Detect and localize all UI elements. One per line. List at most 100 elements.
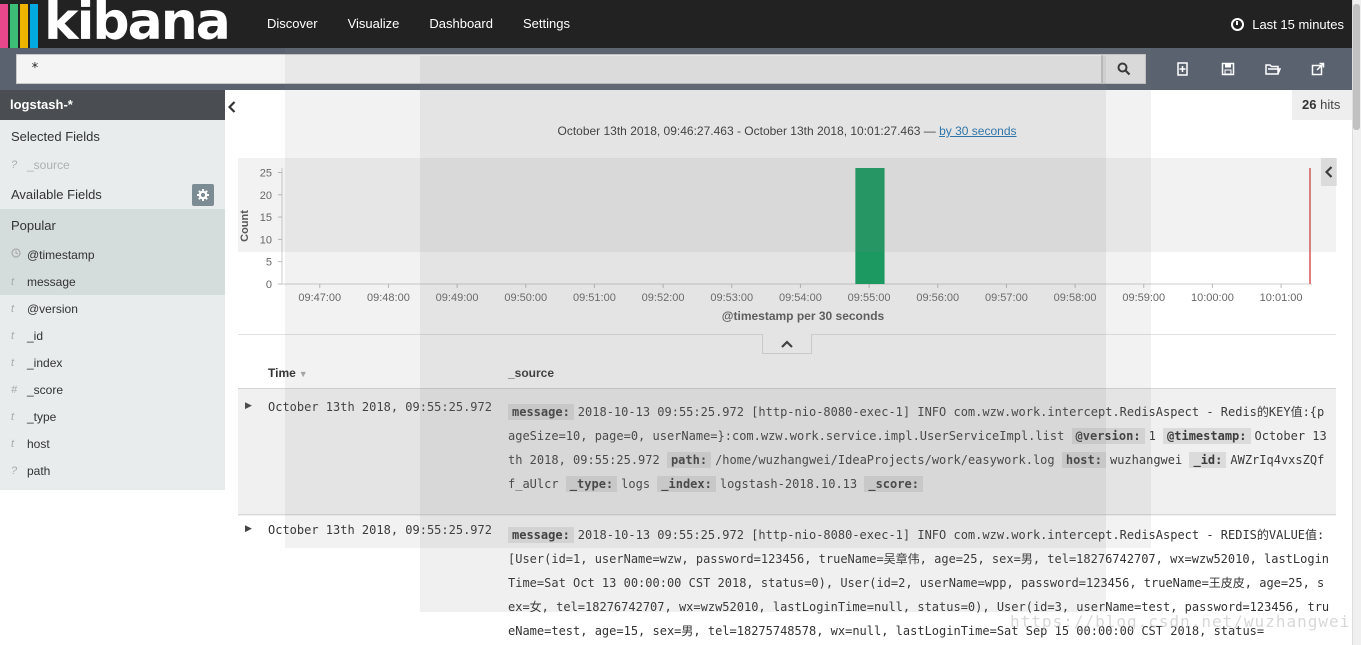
save-search-icon[interactable] (1215, 56, 1241, 82)
sidebar-field-path[interactable]: ? path (0, 457, 225, 484)
logo-text: kibana (44, 0, 231, 48)
source-field-key: @timestamp: (1163, 428, 1251, 444)
index-pattern-title[interactable]: logstash-* (0, 90, 225, 120)
column-header-time[interactable]: Time ▼ (268, 366, 308, 380)
row-time: October 13th 2018, 09:55:25.972 (268, 400, 492, 414)
share-icon[interactable] (1305, 56, 1331, 82)
x-tick-label: 09:59:00 (1122, 292, 1165, 304)
search-button[interactable] (1102, 54, 1146, 84)
field-sidebar: logstash-* Selected Fields ? _source Ava… (0, 90, 225, 490)
x-tick-label: 09:50:00 (504, 292, 547, 304)
sidebar-field-id[interactable]: t _id (0, 322, 225, 349)
search-bar: * (0, 48, 1352, 90)
column-header-time-label: Time (268, 366, 296, 380)
field-name: _score (27, 382, 64, 397)
hit-count: 26 hits (1292, 90, 1352, 120)
collapse-sidebar-button[interactable] (226, 98, 238, 116)
nav-dashboard[interactable]: Dashboard (414, 0, 508, 48)
y-tick-label: 25 (260, 167, 272, 179)
source-field-key: host: (1061, 452, 1106, 468)
field-name: _type (27, 409, 57, 424)
new-search-icon[interactable] (1170, 56, 1196, 82)
collapse-chart-button[interactable] (762, 334, 812, 354)
time-range-header: October 13th 2018, 09:46:27.463 - Octobe… (238, 124, 1336, 138)
open-search-icon[interactable] (1260, 56, 1286, 82)
sidebar-field-source[interactable]: ? _source (0, 151, 225, 178)
expand-row-icon[interactable]: ▶ (245, 523, 252, 534)
kibana-discover: kibana Discover Visualize Dashboard Sett… (0, 0, 1361, 645)
interval-link[interactable]: by 30 seconds (939, 124, 1016, 138)
x-tick-label: 09:55:00 (848, 292, 891, 304)
sidebar-field-version[interactable]: t @version (0, 295, 225, 322)
row-divider (238, 514, 1336, 515)
chevron-up-icon (781, 339, 793, 348)
kibana-logo[interactable]: kibana (0, 0, 236, 48)
field-type-string-icon: t (11, 437, 15, 450)
popular-fields: Popular @timestamp t message (0, 209, 225, 295)
source-field-key: _id: (1189, 452, 1227, 468)
field-name: message (27, 274, 76, 289)
chart-toggle-button[interactable] (1321, 158, 1337, 186)
hit-count-label: hits (1320, 97, 1341, 112)
x-tick-label: 09:47:00 (298, 292, 341, 304)
header-divider (238, 388, 1336, 389)
sidebar-field-index[interactable]: t _index (0, 349, 225, 376)
column-header-source: _source (508, 366, 555, 380)
nav-settings[interactable]: Settings (508, 0, 585, 48)
field-settings-button[interactable] (192, 184, 214, 206)
x-tick-label: 09:56:00 (916, 292, 959, 304)
source-field-key: path: (666, 452, 712, 468)
available-fields-title: Available Fields (11, 187, 102, 202)
field-name: _source (27, 157, 70, 172)
x-tick-label: 09:52:00 (642, 292, 685, 304)
field-type-string-icon: t (11, 356, 15, 369)
y-tick-label: 0 (266, 279, 272, 291)
timepicker[interactable]: Last 15 minutes (1231, 0, 1344, 48)
selected-fields-title: Selected Fields (11, 129, 100, 144)
y-tick-label: 15 (260, 212, 272, 224)
time-range-text: October 13th 2018, 09:46:27.463 - Octobe… (557, 124, 936, 138)
y-tick-label: 5 (266, 257, 272, 269)
x-tick-label: 09:58:00 (1054, 292, 1097, 304)
source-field-value: /home/wuzhangwei/IdeaProjects/work/easyw… (715, 453, 1062, 467)
field-name: path (27, 463, 51, 478)
timepicker-label: Last 15 minutes (1252, 16, 1344, 32)
sidebar-field-type[interactable]: t _type (0, 403, 225, 430)
search-input[interactable]: * (16, 54, 1102, 84)
sidebar-field-host[interactable]: t host (0, 430, 225, 457)
source-field-key: _score: (864, 476, 923, 492)
sidebar-field-timestamp[interactable]: @timestamp (0, 241, 225, 268)
field-type-unknown-icon: ? (11, 464, 18, 477)
gear-icon (197, 189, 209, 201)
y-tick-label: 20 (260, 190, 272, 202)
x-tick-label: 09:54:00 (779, 292, 822, 304)
field-type-string-icon: t (11, 410, 15, 423)
x-axis-title: @timestamp per 30 seconds (722, 309, 885, 323)
sidebar-field-score[interactable]: # _score (0, 376, 225, 403)
nav-discover[interactable]: Discover (252, 0, 333, 48)
y-axis-title: Count (239, 210, 251, 242)
source-field-key: message: (508, 527, 574, 543)
scrollbar-thumb[interactable] (1353, 4, 1360, 130)
field-type-string-icon: t (11, 275, 15, 288)
sidebar-field-message[interactable]: t message (0, 268, 225, 295)
field-name: _index (27, 355, 63, 370)
sort-down-icon[interactable]: ▼ (299, 369, 308, 379)
field-type-unknown-icon: ? (11, 158, 18, 171)
expand-row-icon[interactable]: ▶ (245, 400, 252, 411)
x-tick-label: 09:48:00 (367, 292, 410, 304)
source-field-key: @version: (1071, 428, 1145, 444)
source-field-value: logstash-2018.10.13 (719, 477, 865, 491)
row-source: message: 2018-10-13 09:55:25.972 [http-ni… (508, 400, 1330, 496)
nav-visualize[interactable]: Visualize (333, 0, 415, 48)
source-field-key: _type: (565, 476, 618, 492)
watermark: https://blog.csdn.net/wuzhangweiss (1010, 612, 1361, 631)
field-type-string-icon: t (11, 329, 15, 342)
search-icon (1117, 62, 1131, 76)
y-tick-label: 10 (260, 234, 272, 246)
source-field-value: 1 (1148, 429, 1164, 443)
chevron-left-icon (1325, 166, 1333, 178)
available-fields-row: Available Fields (0, 178, 225, 209)
top-nav: kibana Discover Visualize Dashboard Sett… (0, 0, 1352, 48)
toolbar-icons (1170, 56, 1350, 82)
